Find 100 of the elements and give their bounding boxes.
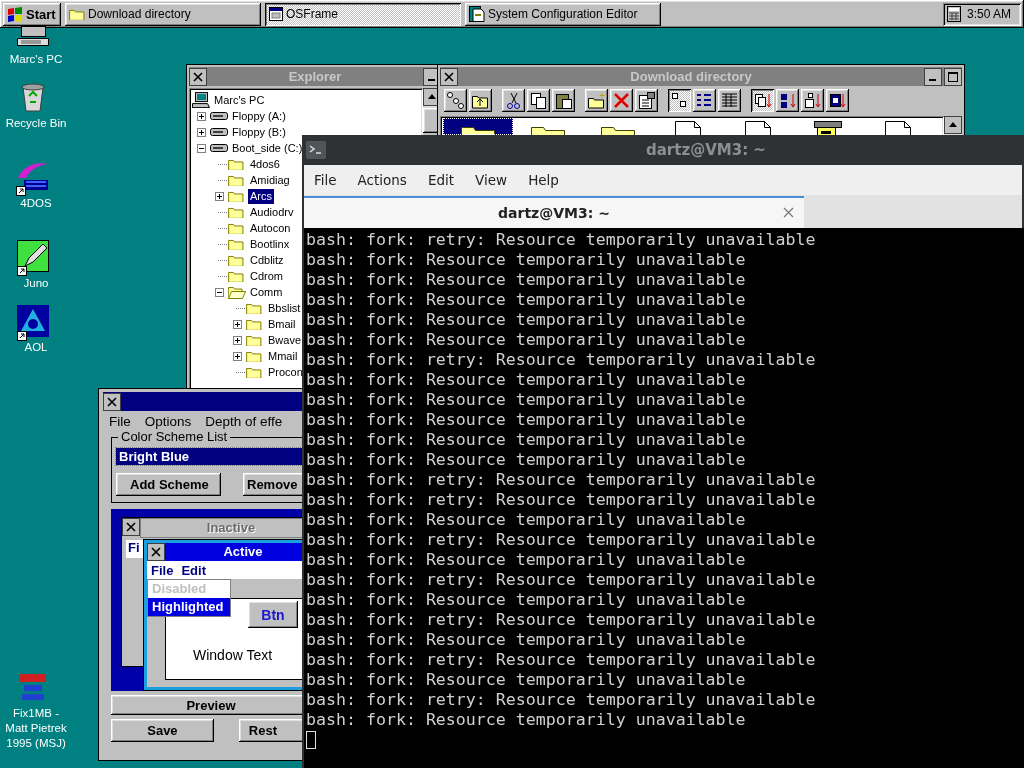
sample-button[interactable]: Btn (248, 601, 298, 628)
icon-label[interactable]: Recycle Bin (1, 116, 71, 131)
terminal-icon (306, 141, 326, 159)
close-icon[interactable] (147, 543, 165, 561)
icon-label[interactable]: 4DOS (1, 196, 71, 211)
terminal-line: bash: fork: retry: Resource temporarily unavailable (306, 530, 816, 550)
toolbar-button[interactable] (668, 89, 691, 112)
folder-icon (228, 253, 244, 267)
maximize-icon[interactable] (944, 67, 962, 86)
toolbar-button[interactable] (826, 89, 849, 112)
folder-icon (228, 205, 244, 219)
menu-item[interactable]: Actions (357, 172, 407, 188)
minus-icon[interactable] (196, 143, 206, 153)
terminal-line: bash: fork: retry: Resource temporarily unavailable (306, 230, 816, 250)
terminal-line: bash: fork: Resource temporarily unavailable (306, 450, 746, 470)
tree-item[interactable]: Arcs (248, 188, 274, 204)
toolbar-button[interactable] (469, 89, 492, 112)
icon-label[interactable]: AOL (1, 340, 71, 355)
close-icon[interactable] (122, 518, 140, 536)
icon-label[interactable]: Juno (1, 276, 71, 291)
toolbar-button[interactable] (527, 89, 550, 112)
terminal-line: bash: fork: retry: Resource temporarily unavailable (306, 490, 816, 510)
plus-icon[interactable] (196, 127, 206, 137)
window-text: Window Text (193, 647, 273, 663)
toolbar-button[interactable] (776, 89, 799, 112)
tree-item[interactable]: Bwave (266, 332, 304, 348)
plus-icon[interactable] (232, 319, 242, 329)
terminal-line: bash: fork: Resource temporarily unavailable (306, 710, 746, 730)
toolbar-button[interactable] (585, 89, 608, 112)
menu-item[interactable]: File (314, 172, 337, 188)
toolbar-button[interactable] (444, 89, 467, 112)
toolbar-button[interactable] (751, 89, 774, 112)
menu-item[interactable]: File (109, 413, 131, 429)
minimize-icon[interactable] (924, 67, 942, 86)
plus-icon[interactable] (214, 191, 224, 201)
cabinet-icon (814, 121, 842, 135)
tree-item[interactable]: Cdrom (248, 268, 285, 284)
close-icon[interactable] (440, 67, 458, 86)
tree-item[interactable]: Bbslist (266, 300, 303, 316)
terminal-line: bash: fork: Resource temporarily unavailable (306, 510, 746, 530)
document-icon (675, 121, 701, 135)
scroll-up-icon[interactable] (944, 116, 962, 134)
toolbar-button[interactable] (693, 89, 716, 112)
file-tile[interactable] (443, 118, 513, 135)
terminal-line: bash: fork: Resource temporarily unavailable (306, 590, 746, 610)
tree-item[interactable]: 4dos6 (248, 156, 282, 172)
menu-item[interactable]: Edit (427, 172, 455, 188)
terminal-line: bash: fork: Resource temporarily unavailable (306, 250, 746, 270)
terminal-line: bash: fork: retry: Resource temporarily unavailable (306, 570, 816, 590)
sort-icon (753, 91, 772, 110)
tree-item[interactable]: Cdblitz (248, 252, 286, 268)
minus-icon[interactable] (214, 287, 224, 297)
menu-item[interactable]: Help (528, 172, 559, 188)
tree-item[interactable]: Floppy (A:) (230, 108, 288, 124)
tree-item[interactable]: Audiodrv (248, 204, 296, 220)
tree-item[interactable]: Mmail (266, 348, 300, 364)
plus-icon[interactable] (232, 335, 242, 345)
menu-item[interactable]: Depth of effe (205, 413, 283, 429)
terminal-line: bash: fork: Resource temporarily unavailable (306, 370, 746, 390)
taskbar-button[interactable]: OSFrame (265, 2, 461, 26)
tree-item[interactable]: Autocon (248, 220, 293, 236)
tree-item[interactable]: Floppy (B:) (230, 124, 288, 140)
document-icon (885, 121, 911, 135)
tree-item[interactable]: Marc's PC (212, 92, 267, 108)
icon-label[interactable]: Marc's PC (1, 52, 71, 67)
close-icon[interactable] (103, 392, 121, 411)
new-folder-icon (587, 91, 606, 110)
paste-icon (554, 91, 573, 110)
start-button[interactable]: Start (3, 2, 61, 26)
close-icon[interactable] (189, 67, 207, 86)
taskbar-button[interactable]: Download directory (65, 2, 261, 26)
tree-item[interactable]: Bootlinx (248, 236, 292, 252)
icon-label[interactable]: Fix1MB - Matt Pietrek 1995 (MSJ) (1, 706, 71, 751)
tree-item[interactable]: Procon (266, 364, 305, 380)
menu-item[interactable]: Options (144, 413, 192, 429)
tree-item[interactable]: Comm (248, 284, 285, 300)
tree-item[interactable]: Bmail (266, 316, 298, 332)
terminal-line: bash: fork: Resource temporarily unavailable (306, 270, 746, 290)
group-label: Color Scheme List (118, 429, 231, 444)
menu-item[interactable]: View (475, 172, 508, 188)
pen-nib-icon (17, 240, 49, 272)
tree-item[interactable]: Boot_side (C:) (230, 140, 305, 156)
toolbar-button[interactable] (610, 89, 633, 112)
plus-icon[interactable] (196, 111, 206, 121)
toolbar-button[interactable] (801, 89, 824, 112)
toolbar-button[interactable] (552, 89, 575, 112)
folder-icon (228, 269, 244, 283)
plus-icon[interactable] (232, 351, 242, 361)
terminal-tab[interactable]: dartz@VM3: ~ (304, 196, 804, 228)
scheme-button[interactable]: Add Scheme (116, 473, 221, 496)
terminal-line: bash: fork: retry: Resource temporarily unavailable (306, 610, 816, 630)
terminal-line: bash: fork: retry: Resource temporarily unavailable (306, 350, 816, 370)
taskbar-button[interactable]: System Configuration Editor (465, 2, 661, 26)
tree-item[interactable]: Amidiag (248, 172, 292, 188)
save-button[interactable]: Save (111, 719, 214, 742)
folder-icon (246, 333, 262, 347)
terminal-line: bash: fork: Resource temporarily unavailable (306, 430, 746, 450)
toolbar-button[interactable] (635, 89, 658, 112)
toolbar-button[interactable] (502, 89, 525, 112)
toolbar-button[interactable] (718, 89, 741, 112)
